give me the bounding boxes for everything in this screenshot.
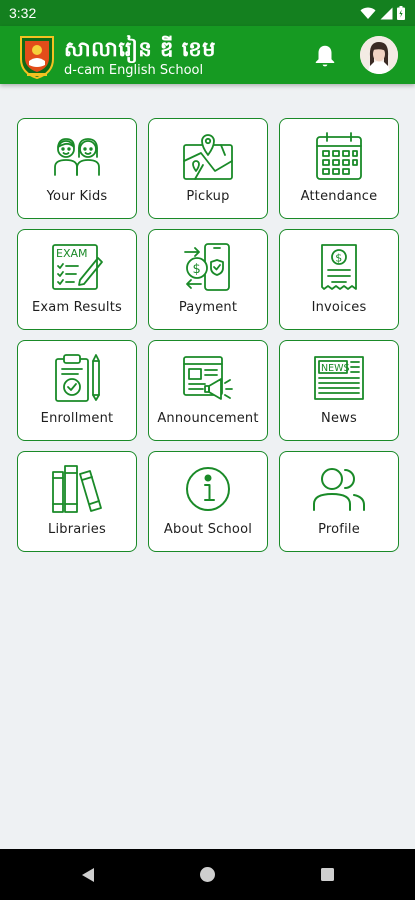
menu-tile-label: Attendance [300,189,378,204]
menu-tile-label: Announcement [157,411,259,426]
map-pin-icon [183,134,233,180]
menu-tile-your-kids[interactable]: Your Kids [17,118,137,219]
user-photo-icon [360,36,398,74]
kids-icon [54,138,100,176]
exam-icon-text: EXAM [56,247,88,260]
system-navigation-bar [0,849,415,900]
home-icon[interactable] [199,866,216,883]
back-icon[interactable] [80,867,96,883]
svg-text:$: $ [193,262,201,277]
clipboard-icon [55,354,100,402]
svg-text:$: $ [335,252,342,265]
menu-tile-label: Enrollment [40,411,114,426]
menu-tile-payment[interactable]: $ Payment [148,229,268,330]
menu-grid: Your Kids Pickup Attendance EXAM Exam Re… [17,118,399,552]
school-title-english: d-cam English School [64,63,204,78]
menu-tile-exam-results[interactable]: EXAM Exam Results [17,229,137,330]
menu-tile-label: Pickup [186,189,230,204]
menu-tile-label: About School [163,522,253,537]
menu-tile-profile[interactable]: Profile [279,451,399,552]
newspaper-icon: NEWS [314,356,364,400]
books-icon [52,465,102,513]
recents-icon[interactable] [320,867,335,882]
menu-tile-announcement[interactable]: Announcement [148,340,268,441]
wifi-icon [360,7,376,19]
invoice-icon: $ [321,244,357,290]
megaphone-icon [183,356,233,400]
menu-tile-label: Exam Results [31,300,122,315]
status-bar: 3:32 [0,0,415,26]
menu-tile-label: Libraries [48,522,106,537]
menu-tile-enrollment[interactable]: Enrollment [17,340,137,441]
menu-tile-invoices[interactable]: $ Invoices [279,229,399,330]
menu-tile-label: Your Kids [46,189,108,204]
calendar-icon [316,132,362,180]
profile-avatar[interactable] [360,36,398,74]
signal-icon [380,7,393,19]
status-icons [360,6,405,20]
menu-tile-news[interactable]: NEWS News [279,340,399,441]
battery-icon [397,6,405,20]
exam-icon: EXAM [52,244,103,290]
people-icon [313,468,365,511]
notification-bell-icon[interactable] [312,43,338,69]
info-icon [186,467,230,511]
menu-tile-label: Payment [178,300,238,315]
school-logo-icon [20,36,54,79]
status-time: 3:32 [9,5,37,21]
menu-tile-libraries[interactable]: Libraries [17,451,137,552]
payment-icon: $ [184,243,230,291]
menu-tile-label: Profile [318,522,360,537]
menu-tile-label: News [321,411,357,426]
menu-tile-pickup[interactable]: Pickup [148,118,268,219]
app-bar: សាលារៀន ឌី ខេម d-cam English School [0,26,415,84]
news-icon-text: NEWS [321,363,350,374]
menu-tile-label: Invoices [311,300,367,315]
menu-tile-about-school[interactable]: About School [148,451,268,552]
menu-tile-attendance[interactable]: Attendance [279,118,399,219]
